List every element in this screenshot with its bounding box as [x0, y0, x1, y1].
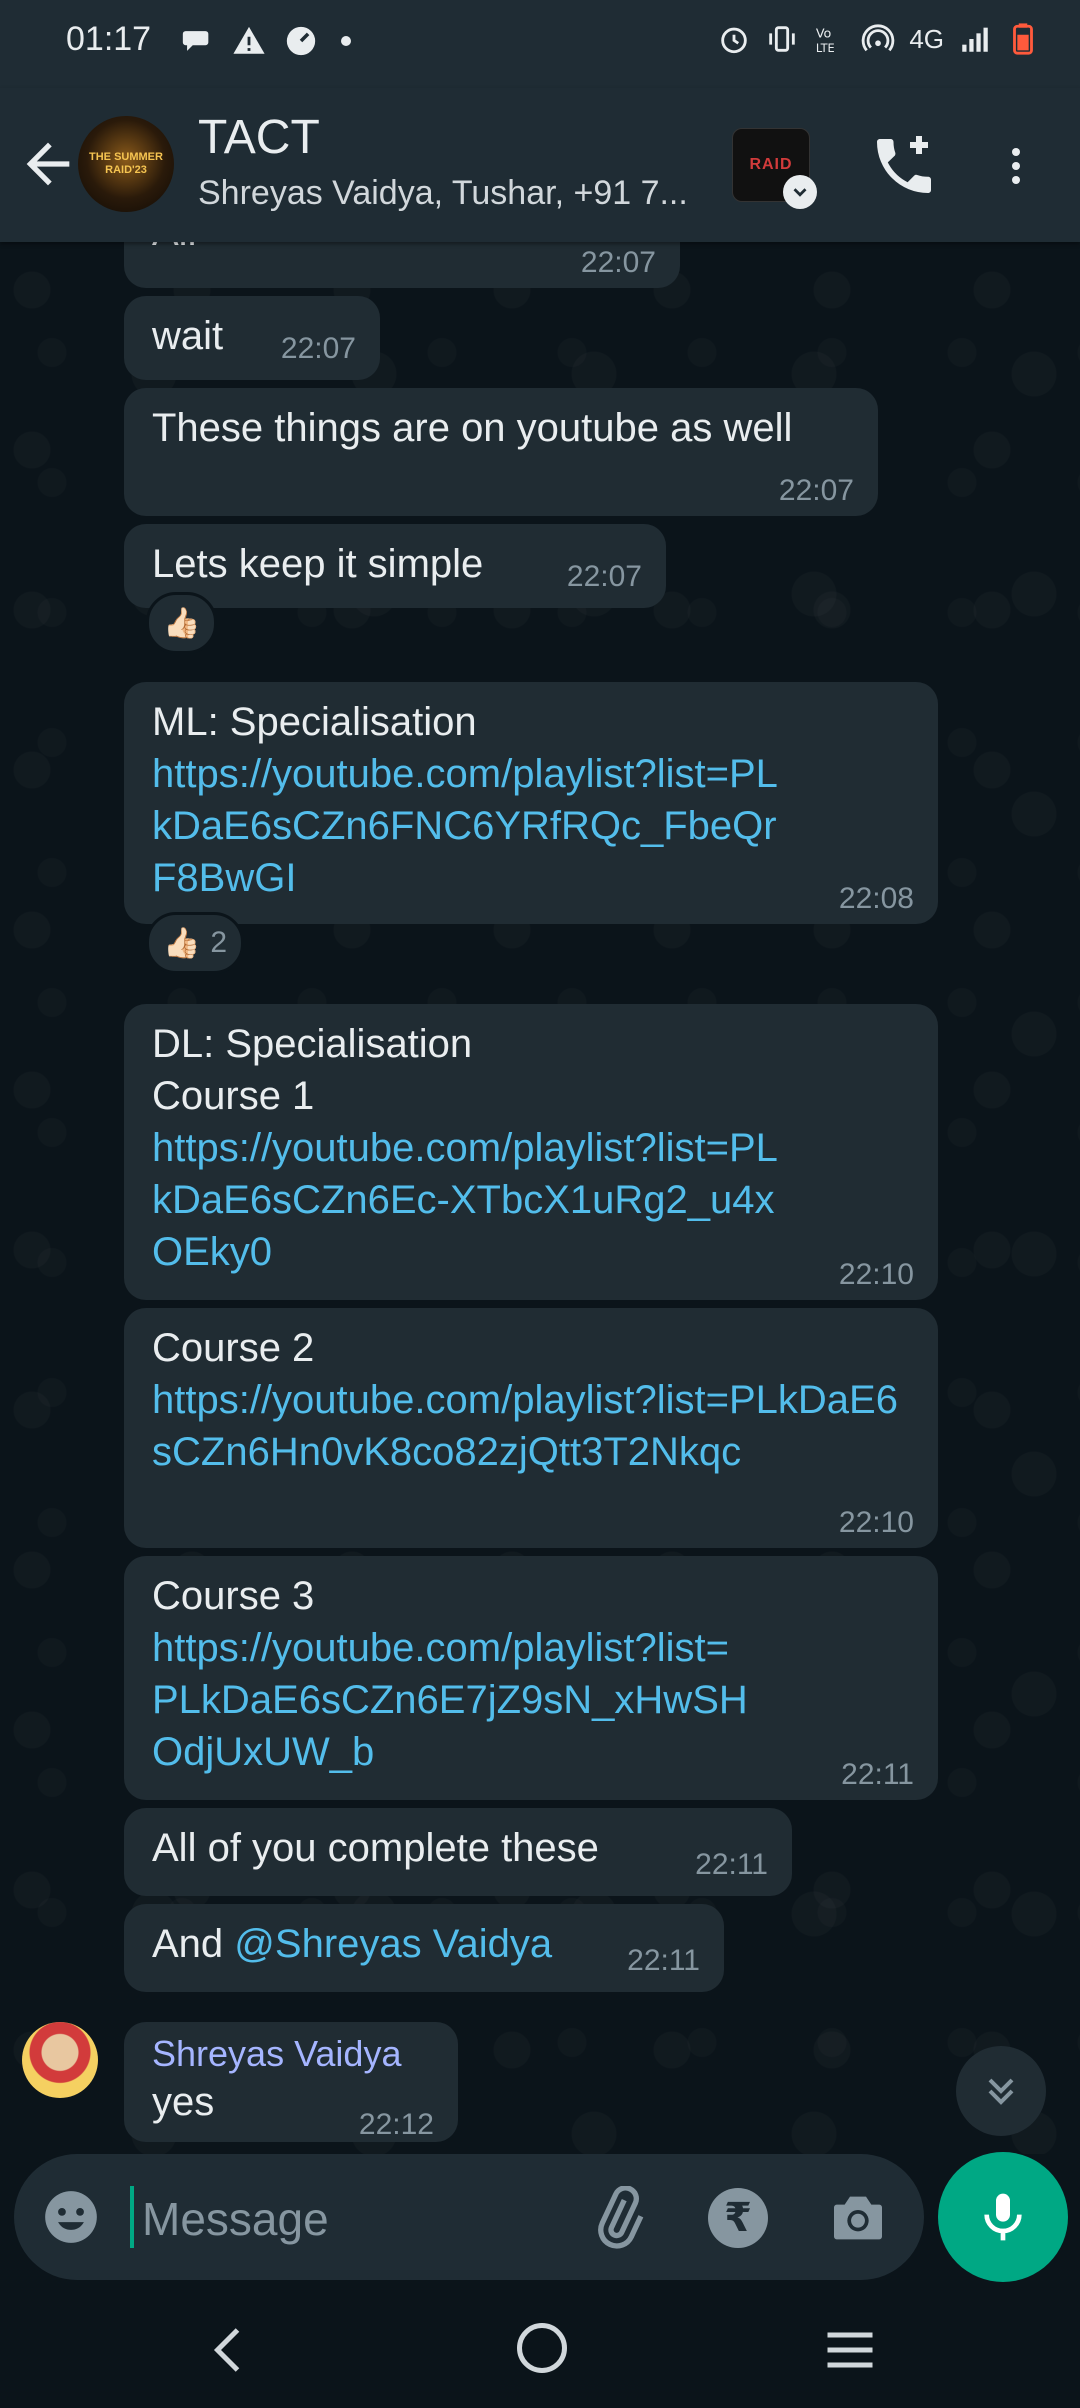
- chat-header: THE SUMMER RAID'23 TACT Shreyas Vaidya, …: [0, 88, 1080, 242]
- vibrate-icon: [769, 26, 796, 52]
- battery-low-icon: [1013, 23, 1033, 55]
- message-text: These things are on youtube as well: [152, 406, 793, 450]
- raid-badge-text: RAID: [749, 156, 793, 173]
- nav-recents-icon[interactable]: [820, 2320, 880, 2380]
- message-time: 22:11: [841, 1758, 914, 1791]
- thumbs-up-icon: 👍🏻: [163, 606, 201, 640]
- message-bubble[interactable]: All of you complete these 22:11: [124, 1808, 792, 1896]
- message-bubble[interactable]: ML: Specialisation https://youtube.com/p…: [124, 682, 938, 924]
- message-time: 22:07: [778, 474, 854, 507]
- chevron-down-icon: [783, 175, 817, 209]
- message-link[interactable]: https://youtube.com/playlist?list=PLkDaE…: [152, 748, 792, 904]
- back-arrow-icon[interactable]: [16, 132, 80, 196]
- camera-icon[interactable]: [826, 2186, 890, 2250]
- group-avatar[interactable]: THE SUMMER RAID'23: [78, 116, 174, 212]
- message-bubble[interactable]: And @Shreyas Vaidya 22:11: [124, 1904, 724, 1992]
- speed-icon: [286, 26, 316, 56]
- raid-badge[interactable]: RAID: [732, 128, 817, 209]
- message-time: 22:11: [627, 1944, 700, 1977]
- message-time: 22:10: [838, 1506, 914, 1539]
- chat-title[interactable]: TACT: [198, 110, 320, 165]
- message-bubble[interactable]: DL: Specialisation Course 1 https://yout…: [124, 1004, 938, 1300]
- message-time: 22:12: [358, 2108, 434, 2141]
- message-text: ML: Specialisation: [152, 700, 477, 744]
- message-text: And: [152, 1922, 235, 1966]
- message-link[interactable]: https://youtube.com/playlist?list=PLkDaE…: [152, 1374, 912, 1478]
- add-call-icon[interactable]: [868, 130, 940, 202]
- message-text: Course 3: [152, 1574, 315, 1618]
- message-time: 22:07: [566, 560, 642, 593]
- group-avatar-text: THE SUMMER RAID'23: [89, 151, 163, 176]
- network-type: 4G: [909, 23, 944, 54]
- message-input[interactable]: [140, 2186, 564, 2252]
- reaction-chip[interactable]: 👍🏻: [146, 592, 218, 654]
- message-text-wrap: And @Shreyas Vaidya: [152, 1918, 604, 1970]
- sender-avatar[interactable]: [22, 2022, 98, 2098]
- emoji-icon[interactable]: [40, 2186, 102, 2248]
- message-text: wait: [152, 314, 224, 358]
- thumbs-up-icon: 👍🏻: [163, 926, 201, 960]
- hotspot-icon: [862, 24, 895, 52]
- message-time: 22:08: [838, 882, 914, 915]
- double-chevron-down-icon: [988, 2078, 1014, 2105]
- message-time: 22:11: [695, 1848, 768, 1881]
- message-time: 22:07: [580, 246, 656, 279]
- chat-area[interactable]: Aii 22:07 wait 22:07 These things are on…: [0, 242, 1080, 2154]
- chat-subtitle[interactable]: Shreyas Vaidya, Tushar, +91 7...: [198, 174, 688, 213]
- message-text: Course 2: [152, 1326, 315, 1370]
- message-text: DL: Specialisation Course 1: [152, 1022, 473, 1118]
- nav-back-icon[interactable]: [200, 2320, 260, 2380]
- sender-name[interactable]: Shreyas Vaidya: [152, 2030, 430, 2078]
- svg-text:Vo: Vo: [816, 27, 832, 42]
- reaction-chip[interactable]: 👍🏻 2: [146, 912, 245, 974]
- message-link[interactable]: https://youtube.com/playlist?list=PLkDaE…: [152, 1122, 792, 1278]
- paperclip-icon[interactable]: [586, 2186, 650, 2250]
- rupee-payment-icon[interactable]: ₹: [708, 2188, 768, 2248]
- message-bubble[interactable]: Course 3 https://youtube.com/playlist?li…: [124, 1556, 938, 1800]
- status-time: 01:17: [66, 20, 152, 58]
- microphone-icon: [984, 2193, 1022, 2241]
- message-link[interactable]: https://youtube.com/playlist?list=PLkDaE…: [152, 1622, 752, 1778]
- message-time: 22:07: [280, 332, 356, 365]
- message-bubble[interactable]: Course 2 https://youtube.com/playlist?li…: [124, 1308, 938, 1548]
- incoming-message-bubble[interactable]: Shreyas Vaidya yes 22:12: [124, 2022, 458, 2142]
- svg-text:LTE: LTE: [816, 41, 835, 55]
- message-text: All of you complete these: [152, 1826, 599, 1870]
- message-bubble[interactable]: wait 22:07: [124, 296, 380, 380]
- alarm-icon: [721, 27, 748, 54]
- message-text: Aii: [152, 242, 652, 258]
- nav-home-icon[interactable]: [512, 2318, 572, 2378]
- chat-bubble-icon: [182, 31, 209, 51]
- message-bubble[interactable]: Lets keep it simple 22:07: [124, 524, 666, 608]
- message-bubble[interactable]: These things are on youtube as well 22:0…: [124, 388, 878, 516]
- message-bubble[interactable]: Aii 22:07: [124, 242, 680, 288]
- more-options-icon[interactable]: [992, 130, 1040, 202]
- status-bar: 01:17 Vo LTE 4G: [0, 0, 1080, 88]
- scroll-to-bottom-button[interactable]: [956, 2046, 1046, 2136]
- message-time: 22:10: [838, 1258, 914, 1291]
- volte-icon: VoLTE: [816, 27, 835, 55]
- signal-icon: [962, 27, 988, 52]
- mention-link[interactable]: @Shreyas Vaidya: [234, 1922, 552, 1966]
- text-cursor: [130, 2186, 134, 2248]
- voice-record-button[interactable]: [938, 2152, 1068, 2282]
- message-text: Lets keep it simple: [152, 542, 484, 586]
- warning-icon: [233, 26, 265, 54]
- reaction-count: 2: [210, 926, 228, 959]
- dot-icon: [341, 36, 351, 46]
